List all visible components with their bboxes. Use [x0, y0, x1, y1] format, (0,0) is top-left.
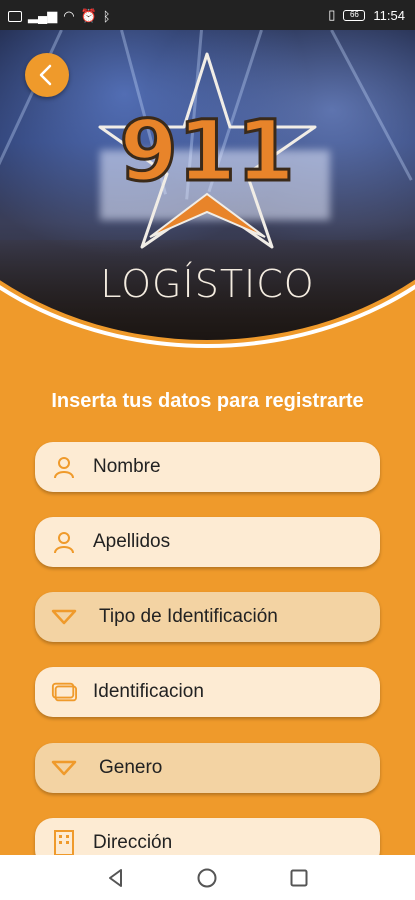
vibrate-icon: ▯ [328, 7, 336, 22]
bluetooth-icon: ᛒ [102, 8, 111, 24]
apellidos-label: Apellidos [93, 531, 171, 552]
system-nav-bar [0, 855, 415, 900]
tipo-identificacion-select[interactable]: Tipo de Identificación [35, 592, 380, 642]
building-icon [51, 830, 77, 856]
logo-number: 911 [119, 102, 294, 200]
wifi-icon: ◠ [63, 8, 75, 23]
nav-back-icon[interactable] [105, 867, 127, 889]
chevron-left-icon [39, 64, 52, 86]
direccion-label: Dirección [93, 832, 173, 853]
nav-recent-icon[interactable] [288, 867, 310, 889]
user-icon [51, 529, 77, 555]
battery-icon: 66 [343, 9, 366, 21]
tipo-identificacion-label: Tipo de Identificación [99, 606, 278, 627]
form-heading: Inserta tus datos para registrarte [51, 390, 364, 412]
sim-icon [8, 10, 22, 22]
logo-911: 911 [98, 52, 317, 249]
nav-home-icon[interactable] [196, 867, 218, 889]
user-icon [51, 454, 77, 480]
genero-label: Genero [99, 757, 163, 778]
nombre-field[interactable]: Nombre [35, 442, 380, 492]
clock: 11:54 [373, 7, 405, 23]
logo-text: LOGÍSTICO [100, 262, 315, 306]
status-bar: ▂▄▆ ◠ ⏰ ᛒ ▯ 66 11:54 [0, 0, 415, 30]
identificacion-label: Identificacion [93, 681, 204, 702]
id-card-icon [51, 679, 77, 705]
chevron-down-icon [51, 604, 77, 630]
chevron-down-icon [51, 755, 77, 781]
alarm-icon: ⏰ [80, 8, 97, 23]
genero-select[interactable]: Genero [35, 743, 380, 793]
identificacion-field[interactable]: Identificacion [35, 667, 380, 717]
nombre-label: Nombre [93, 456, 161, 477]
signal-icon: ▂▄▆ [28, 8, 58, 23]
back-button[interactable] [25, 53, 69, 97]
apellidos-field[interactable]: Apellidos [35, 517, 380, 567]
